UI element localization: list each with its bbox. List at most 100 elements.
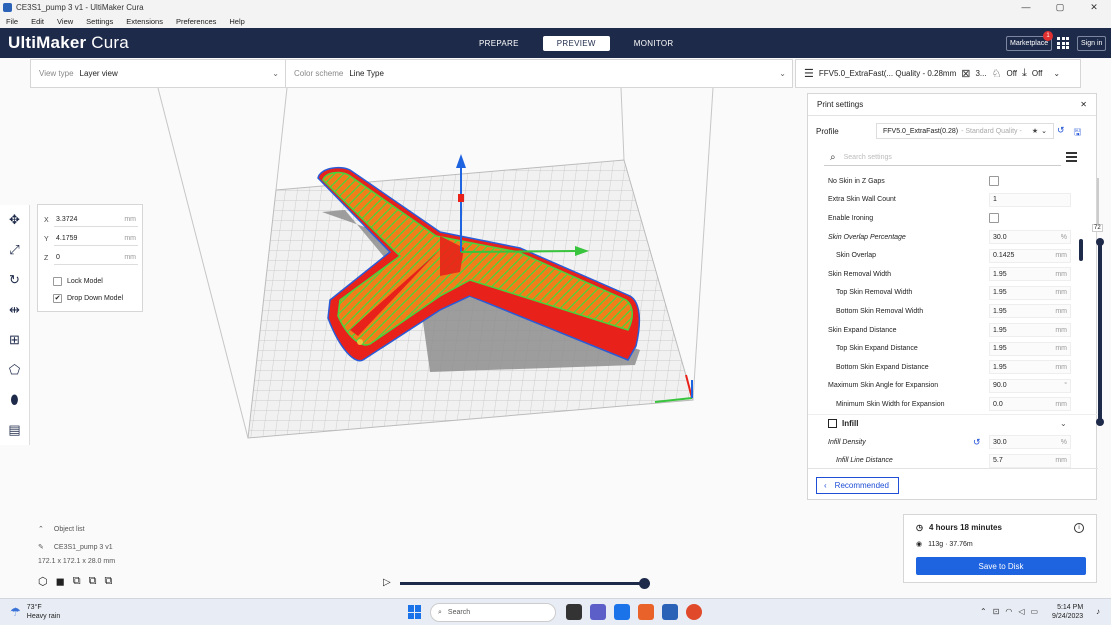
taskbar-search[interactable]: ⌕ Search bbox=[430, 603, 556, 622]
spool-icon: ◉ bbox=[916, 541, 923, 548]
maximize-button[interactable]: ▢ bbox=[1043, 2, 1077, 13]
setting-input[interactable]: 0.0 mm bbox=[989, 397, 1071, 412]
layer-slider-bottom-handle[interactable] bbox=[1096, 418, 1104, 426]
reset-icon[interactable]: ↺ bbox=[1057, 125, 1065, 141]
panel-scroll-track[interactable] bbox=[1097, 178, 1099, 228]
path-slider-track[interactable] bbox=[400, 582, 645, 585]
setting-input[interactable]: 1.95 mm bbox=[989, 323, 1071, 338]
os-taskbar: ☂ 73°F Heavy rain ⌕ Search ⌃ ⊡ ◠ ◁ ▭ 5:14 PM 9/… bbox=[0, 598, 1111, 625]
setting-input[interactable]: 1.95 mm bbox=[989, 267, 1071, 282]
close-icon[interactable]: ✕ bbox=[1080, 100, 1087, 109]
setting-input[interactable]: 1 bbox=[989, 192, 1071, 207]
front-view-icon[interactable]: ◼ bbox=[56, 575, 65, 588]
mirror-tool-icon[interactable]: ⇹ bbox=[0, 295, 29, 325]
setting-input[interactable]: 1.95 mm bbox=[989, 285, 1071, 300]
3d-viewport[interactable] bbox=[0, 88, 807, 598]
menu-file[interactable]: File bbox=[0, 17, 25, 26]
menu-preferences[interactable]: Preferences bbox=[170, 17, 223, 26]
rotate-tool-icon[interactable]: ↻ bbox=[0, 265, 29, 295]
play-icon[interactable]: ▷ bbox=[383, 577, 391, 588]
menu-settings[interactable]: Settings bbox=[80, 17, 120, 26]
right-view-icon[interactable]: ⧉ bbox=[104, 575, 112, 588]
settings-menu-icon[interactable] bbox=[1066, 152, 1077, 164]
setting-input[interactable]: 30.0% bbox=[989, 435, 1071, 450]
save-icon[interactable]: 🖫 bbox=[1074, 125, 1082, 141]
info-icon[interactable]: i bbox=[1074, 523, 1084, 533]
setting-input[interactable]: 1.95 mm bbox=[989, 304, 1071, 319]
per-model-settings-icon[interactable]: ⊞ bbox=[0, 325, 29, 355]
reset-icon[interactable]: ↺ bbox=[973, 437, 981, 448]
apps-grid-icon[interactable] bbox=[1057, 37, 1069, 49]
settings-scrollbar[interactable] bbox=[1079, 239, 1083, 261]
task-view-icon[interactable] bbox=[566, 604, 582, 620]
menu-edit[interactable]: Edit bbox=[25, 17, 51, 26]
setting-input[interactable]: 90.0 ° bbox=[989, 378, 1071, 393]
setting-row: Enable Ironing bbox=[808, 209, 1098, 228]
path-slider-handle[interactable] bbox=[639, 578, 650, 589]
setting-checkbox[interactable] bbox=[989, 176, 999, 187]
setting-input[interactable]: 30.0% bbox=[989, 230, 1071, 245]
system-clock[interactable]: 5:14 PM 9/24/2023 bbox=[1052, 603, 1083, 621]
menu-help[interactable]: Help bbox=[223, 17, 251, 26]
search-icon: ⌕ bbox=[438, 608, 442, 616]
window-title: CE3S1_pump 3 v1 - UltiMaker Cura bbox=[16, 2, 144, 12]
view-type-dropdown[interactable]: View type Layer view ⌄ bbox=[31, 60, 286, 87]
setting-row: No Skin in Z Gaps bbox=[808, 172, 1098, 191]
search-settings-input[interactable]: ⌕ Search settings bbox=[824, 149, 1061, 166]
color-scheme-dropdown[interactable]: Color scheme Line Type ⌄ bbox=[286, 60, 792, 87]
pencil-icon[interactable]: ✎ bbox=[38, 543, 44, 551]
tab-monitor[interactable]: MONITOR bbox=[620, 36, 688, 51]
menu-view[interactable]: View bbox=[51, 17, 80, 26]
recommended-button[interactable]: ‹ Recommended bbox=[816, 477, 899, 494]
object-list-toggle[interactable]: ⌃ Object list bbox=[38, 525, 85, 534]
mail-icon[interactable] bbox=[614, 604, 630, 620]
lock-model-checkbox[interactable]: Lock Model bbox=[53, 277, 103, 286]
book-icon[interactable]: ▤ bbox=[0, 415, 29, 445]
profile-label: Profile bbox=[816, 127, 839, 136]
chrome-icon[interactable] bbox=[686, 604, 702, 620]
layer-number[interactable]: 72 bbox=[1092, 224, 1103, 232]
drop-down-model-checkbox[interactable]: ✔ Drop Down Model bbox=[53, 294, 123, 303]
category-infill[interactable]: Infill ⌄ bbox=[808, 413, 1098, 433]
z-input[interactable]: 0 mm bbox=[54, 251, 138, 265]
teams-icon[interactable] bbox=[590, 604, 606, 620]
y-input[interactable]: 4.1759 mm bbox=[54, 232, 138, 246]
setting-input[interactable]: 0.1425 mm bbox=[989, 248, 1071, 263]
notification-icon[interactable]: ♪ bbox=[1096, 607, 1100, 616]
print-setup-selector[interactable]: ☰ FFV5.0_ExtraFast(... Quality - 0.28mm … bbox=[795, 59, 1081, 88]
menu-extensions[interactable]: Extensions bbox=[120, 17, 170, 26]
tab-preview[interactable]: PREVIEW bbox=[542, 36, 610, 51]
sign-in-button[interactable]: Sign in bbox=[1077, 36, 1107, 51]
top-view-icon[interactable]: ⧉ bbox=[73, 575, 81, 588]
volume-icon: ◁ bbox=[1018, 607, 1025, 616]
setting-label: Skin Overlap Percentage bbox=[828, 233, 906, 241]
minimize-button[interactable]: — bbox=[1009, 2, 1043, 12]
weather-widget[interactable]: ☂ 73°F Heavy rain bbox=[10, 603, 60, 621]
windows-start-icon[interactable] bbox=[408, 605, 422, 619]
scale-tool-icon[interactable]: ⤢ bbox=[0, 235, 29, 265]
cylinder-icon[interactable]: ⬮ bbox=[0, 385, 29, 415]
setting-input[interactable]: 1.95 mm bbox=[989, 360, 1071, 375]
layer-slider-top-handle[interactable] bbox=[1096, 238, 1104, 246]
setting-input[interactable]: 1.95 mm bbox=[989, 341, 1071, 356]
setting-label: Skin Overlap bbox=[836, 252, 877, 260]
system-tray[interactable]: ⌃ ⊡ ◠ ◁ ▭ bbox=[980, 607, 1038, 616]
app-icon[interactable] bbox=[638, 604, 654, 620]
setting-row: Minimum Skin Width for Expansion 0.0 mm bbox=[808, 395, 1098, 414]
save-to-disk-button[interactable]: Save to Disk bbox=[916, 557, 1086, 575]
view-type-label: View type bbox=[39, 69, 74, 78]
tab-prepare[interactable]: PREPARE bbox=[465, 36, 533, 51]
close-button[interactable]: ✕ bbox=[1077, 2, 1111, 13]
x-input[interactable]: 3.3724 mm bbox=[54, 213, 138, 227]
3d-view-icon[interactable]: ⬡ bbox=[38, 575, 48, 588]
profile-dropdown[interactable]: FFV5.0_ExtraFast(0.28) - Standard Qualit… bbox=[876, 123, 1054, 139]
window-titlebar: CE3S1_pump 3 v1 - UltiMaker Cura — ▢ ✕ bbox=[0, 0, 1111, 14]
move-tool-icon[interactable]: ✥ bbox=[0, 205, 29, 235]
left-view-icon[interactable]: ⧉ bbox=[89, 575, 97, 588]
cura-taskbar-icon[interactable] bbox=[662, 604, 678, 620]
setting-input[interactable]: 5.7 mm bbox=[989, 453, 1071, 468]
adhesion-icon: ⤓ bbox=[1022, 67, 1027, 79]
setting-checkbox[interactable] bbox=[989, 213, 999, 224]
layer-slider[interactable]: 72 bbox=[1092, 224, 1110, 428]
support-blocker-icon[interactable]: ⬠ bbox=[0, 355, 29, 385]
